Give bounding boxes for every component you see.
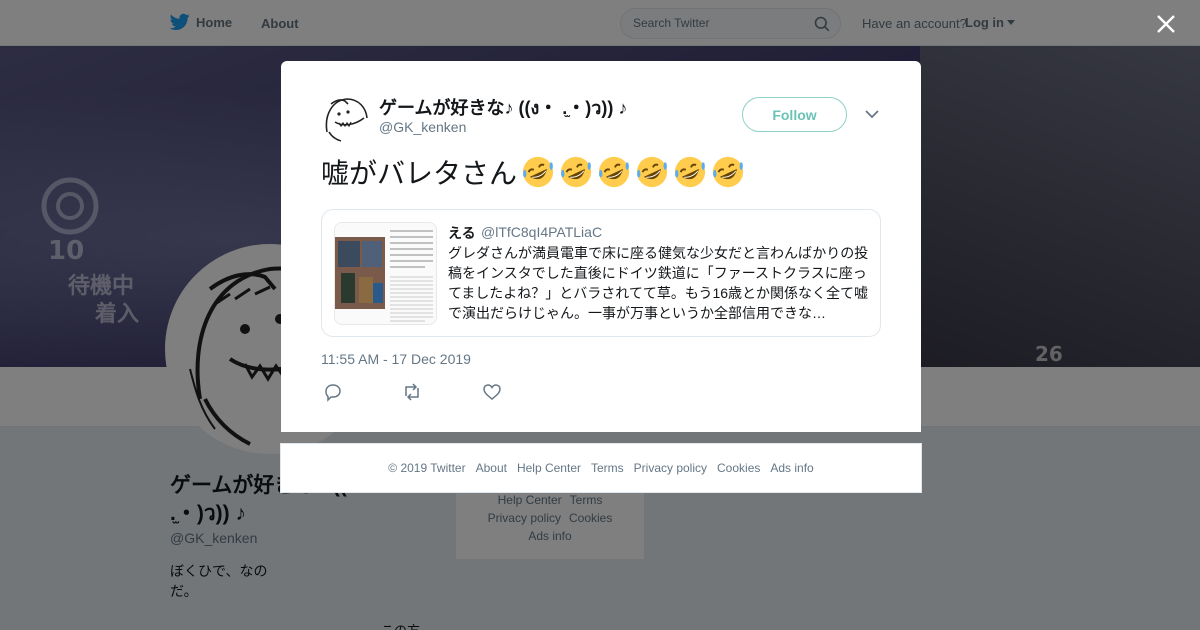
footer-about-link[interactable]: About xyxy=(476,461,507,475)
quoted-author-handle: @lTfC8qI4PATLiaC xyxy=(481,224,603,240)
laughing-emoji-icon xyxy=(598,156,630,188)
tweet-text-body: 嘘がバレタさん xyxy=(321,158,518,189)
quoted-tweet-thumbnail[interactable] xyxy=(334,222,437,325)
avatar-drawing-icon xyxy=(325,98,368,142)
like-icon[interactable] xyxy=(481,382,503,402)
tweet-timestamp[interactable]: 11:55 AM - 17 Dec 2019 xyxy=(321,351,471,367)
follow-button[interactable]: Follow xyxy=(742,97,847,132)
quoted-tweet-text: グレダさんが満員電車で床に座る健気な少女だと言わんばかりの投稿をインスタでした直… xyxy=(448,245,869,321)
tweet-modal: ゲームが好きな♪ ((ง・ .̫・)ว)) ♪ @GK_kenken Follo… xyxy=(281,61,921,432)
close-icon[interactable] xyxy=(1155,13,1177,35)
laughing-emoji-icon xyxy=(674,156,706,188)
footer-copyright: © 2019 Twitter xyxy=(388,461,466,475)
quoted-tweet[interactable]: える @lTfC8qI4PATLiaC グレダさんが満員電車で床に座る健気な少女… xyxy=(321,209,881,337)
tweet-author-handle[interactable]: @GK_kenken xyxy=(379,119,466,135)
footer-cookies-link[interactable]: Cookies xyxy=(717,461,760,475)
chevron-down-icon[interactable] xyxy=(865,109,879,119)
footer-terms-link[interactable]: Terms xyxy=(591,461,624,475)
reply-icon[interactable] xyxy=(322,382,344,402)
quoted-author-name: える xyxy=(448,225,476,241)
emoji-row xyxy=(521,155,745,189)
modal-footer: © 2019 Twitter About Help Center Terms P… xyxy=(280,443,922,493)
tweet-author-name[interactable]: ゲームが好きな♪ ((ง・ .̫・)ว)) ♪ xyxy=(379,93,627,122)
tweet-author-avatar[interactable] xyxy=(321,94,369,142)
retweet-icon[interactable] xyxy=(401,382,423,402)
laughing-emoji-icon xyxy=(712,156,744,188)
laughing-emoji-icon xyxy=(522,156,554,188)
laughing-emoji-icon xyxy=(560,156,592,188)
tweet-text: 嘘がバレタさん xyxy=(321,152,745,192)
quoted-image-icon xyxy=(335,223,436,324)
footer-help-link[interactable]: Help Center xyxy=(517,461,581,475)
laughing-emoji-icon xyxy=(636,156,668,188)
footer-privacy-link[interactable]: Privacy policy xyxy=(634,461,707,475)
footer-ads-link[interactable]: Ads info xyxy=(770,461,813,475)
